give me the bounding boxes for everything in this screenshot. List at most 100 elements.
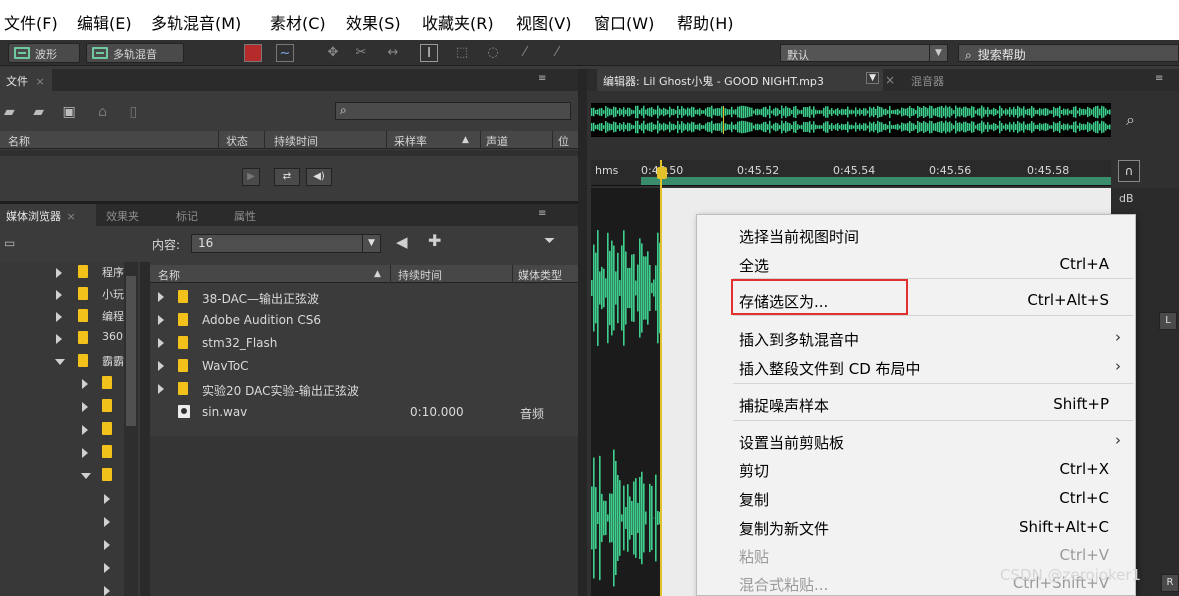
slip-tool-icon[interactable]: ↔ xyxy=(384,44,402,62)
tab-mixer[interactable]: 混音器 xyxy=(905,69,950,91)
menu-view[interactable]: 视图(V) xyxy=(516,10,571,34)
list-item[interactable]: stm32_Flash xyxy=(150,332,578,355)
filter-icon[interactable]: ⏷ xyxy=(544,233,555,249)
tree-scrollbar[interactable] xyxy=(124,262,138,596)
tab-files[interactable]: 文件 × xyxy=(0,69,52,91)
help-search-input[interactable]: ⌕ 搜索帮助 xyxy=(958,44,1179,62)
expand-icon[interactable] xyxy=(104,517,110,527)
new-file-icon[interactable]: ▣ xyxy=(62,104,75,120)
snap-icon[interactable]: ∩ xyxy=(1118,160,1140,182)
column-name[interactable]: 名称 xyxy=(158,267,180,283)
time-ruler[interactable]: hms 0:45.50 0:45.52 0:45.54 0:45.56 0:45… xyxy=(591,160,1111,186)
tree-item[interactable] xyxy=(0,373,140,396)
splitter[interactable] xyxy=(140,262,150,596)
context-menu-item[interactable]: 捕捉噪声样本 Shift+P xyxy=(697,391,1135,417)
column-name[interactable]: 名称 xyxy=(8,133,30,149)
column-duration[interactable]: 持续时间 xyxy=(274,133,318,149)
context-menu-item[interactable]: 插入到多轨混音中 › xyxy=(697,325,1135,351)
context-menu-item[interactable]: 复制 Ctrl+C xyxy=(697,485,1135,511)
panel-menu-icon[interactable]: ≡ xyxy=(538,208,546,219)
tab-media-browser[interactable]: 媒体浏览器 × xyxy=(0,204,96,226)
spot-healing-tool-icon[interactable]: ⁄ xyxy=(548,44,566,62)
open-file-icon[interactable]: ▰ xyxy=(4,104,15,120)
spectral-pitch-icon[interactable]: ~ xyxy=(276,44,294,62)
expand-icon[interactable] xyxy=(158,384,164,394)
channel-right-button[interactable]: R xyxy=(1161,574,1179,592)
channel-left-button[interactable]: L xyxy=(1159,312,1177,330)
move-tool-icon[interactable]: ✥ xyxy=(324,44,342,62)
expand-icon[interactable] xyxy=(104,563,110,573)
menu-clip[interactable]: 素材(C) xyxy=(270,10,326,34)
workspace-select[interactable]: 默认 ▼ xyxy=(780,44,948,62)
brush-tool-icon[interactable]: ⁄ xyxy=(516,44,534,62)
context-menu-item[interactable]: 剪切 Ctrl+X xyxy=(697,456,1135,482)
tree-item[interactable]: 360 xyxy=(0,328,140,351)
razor-tool-icon[interactable]: ✂ xyxy=(352,44,370,62)
tree-item[interactable] xyxy=(0,465,140,488)
loop-icon[interactable]: ⇄ xyxy=(274,168,300,186)
tree-item[interactable] xyxy=(0,580,140,596)
collapse-icon[interactable] xyxy=(81,473,91,479)
menu-effects[interactable]: 效果(S) xyxy=(346,10,401,34)
expand-icon[interactable] xyxy=(82,425,88,435)
playhead[interactable] xyxy=(660,160,662,596)
tree-item[interactable] xyxy=(0,419,140,442)
expand-icon[interactable] xyxy=(82,379,88,389)
list-item[interactable]: 38-DAC—输出正弦波 xyxy=(150,286,578,309)
files-scrollbar[interactable] xyxy=(0,150,578,156)
menu-multitrack[interactable]: 多轨混音(M) xyxy=(151,10,241,34)
column-status[interactable]: 状态 xyxy=(226,133,248,149)
column-bit-depth[interactable]: 位 xyxy=(558,133,569,149)
menu-file[interactable]: 文件(F) xyxy=(4,10,58,34)
tree-item[interactable]: 程序 xyxy=(0,262,140,285)
play-icon[interactable]: ▶ xyxy=(242,168,260,186)
close-icon[interactable]: × xyxy=(36,75,45,88)
trash-icon[interactable]: ▯ xyxy=(130,104,138,120)
expand-icon[interactable] xyxy=(158,292,164,302)
chevron-down-icon[interactable]: ▼ xyxy=(866,72,879,84)
tree-item[interactable] xyxy=(0,396,140,419)
tree-item[interactable]: 编程 xyxy=(0,306,140,329)
expand-icon[interactable] xyxy=(82,402,88,412)
insert-icon[interactable]: ⌂ xyxy=(98,104,107,120)
time-selection-tool-icon[interactable]: I xyxy=(420,44,438,62)
playhead-handle[interactable] xyxy=(657,167,667,179)
tree-item[interactable] xyxy=(0,534,140,557)
tree-item[interactable] xyxy=(0,511,140,534)
drive-icon[interactable]: ▭ xyxy=(4,236,26,250)
expand-icon[interactable] xyxy=(56,290,62,300)
files-search-input[interactable]: ⌕ xyxy=(335,102,571,120)
expand-icon[interactable] xyxy=(104,494,110,504)
column-channels[interactable]: 声道 xyxy=(486,133,508,149)
tab-properties[interactable]: 属性 xyxy=(228,204,262,226)
close-icon[interactable]: × xyxy=(885,73,895,87)
marquee-tool-icon[interactable]: ⬚ xyxy=(453,44,471,62)
list-item[interactable]: 实验20 DAC实验-输出正弦波 xyxy=(150,378,578,401)
menu-favorites[interactable]: 收藏夹(R) xyxy=(422,10,494,34)
multitrack-view-button[interactable]: 多轨混音 xyxy=(86,43,184,63)
menu-edit[interactable]: 编辑(E) xyxy=(77,10,132,34)
zoom-icon[interactable]: ⌕ xyxy=(1126,110,1135,130)
tab-markers[interactable]: 标记 xyxy=(170,204,204,226)
tree-item[interactable]: 小玩 xyxy=(0,284,140,307)
expand-icon[interactable] xyxy=(158,315,164,325)
context-menu-item[interactable]: 选择当前视图时间 xyxy=(697,222,1135,248)
menu-help[interactable]: 帮助(H) xyxy=(677,10,734,34)
panel-divider-vertical[interactable] xyxy=(578,69,587,596)
volume-icon[interactable]: ◀) xyxy=(306,168,332,186)
waveform-view-button[interactable]: 波形 xyxy=(8,43,80,63)
column-media-type[interactable]: 媒体类型 xyxy=(518,267,562,283)
list-item[interactable]: WavToC xyxy=(150,355,578,378)
lasso-tool-icon[interactable]: ◌ xyxy=(484,44,502,62)
expand-icon[interactable] xyxy=(104,586,110,596)
back-arrow-icon[interactable]: ◀ xyxy=(396,233,408,251)
spectral-frequency-icon[interactable] xyxy=(244,44,262,62)
column-duration[interactable]: 持续时间 xyxy=(398,267,442,283)
overview-waveform[interactable] xyxy=(591,103,1111,137)
column-sample-rate[interactable]: 采样率 xyxy=(394,133,427,149)
context-menu-item[interactable]: 全选 Ctrl+A xyxy=(697,251,1135,277)
expand-icon[interactable] xyxy=(82,448,88,458)
close-icon[interactable]: × xyxy=(67,210,76,223)
panel-menu-icon[interactable]: ≡ xyxy=(1155,73,1163,84)
tree-item[interactable] xyxy=(0,557,140,580)
